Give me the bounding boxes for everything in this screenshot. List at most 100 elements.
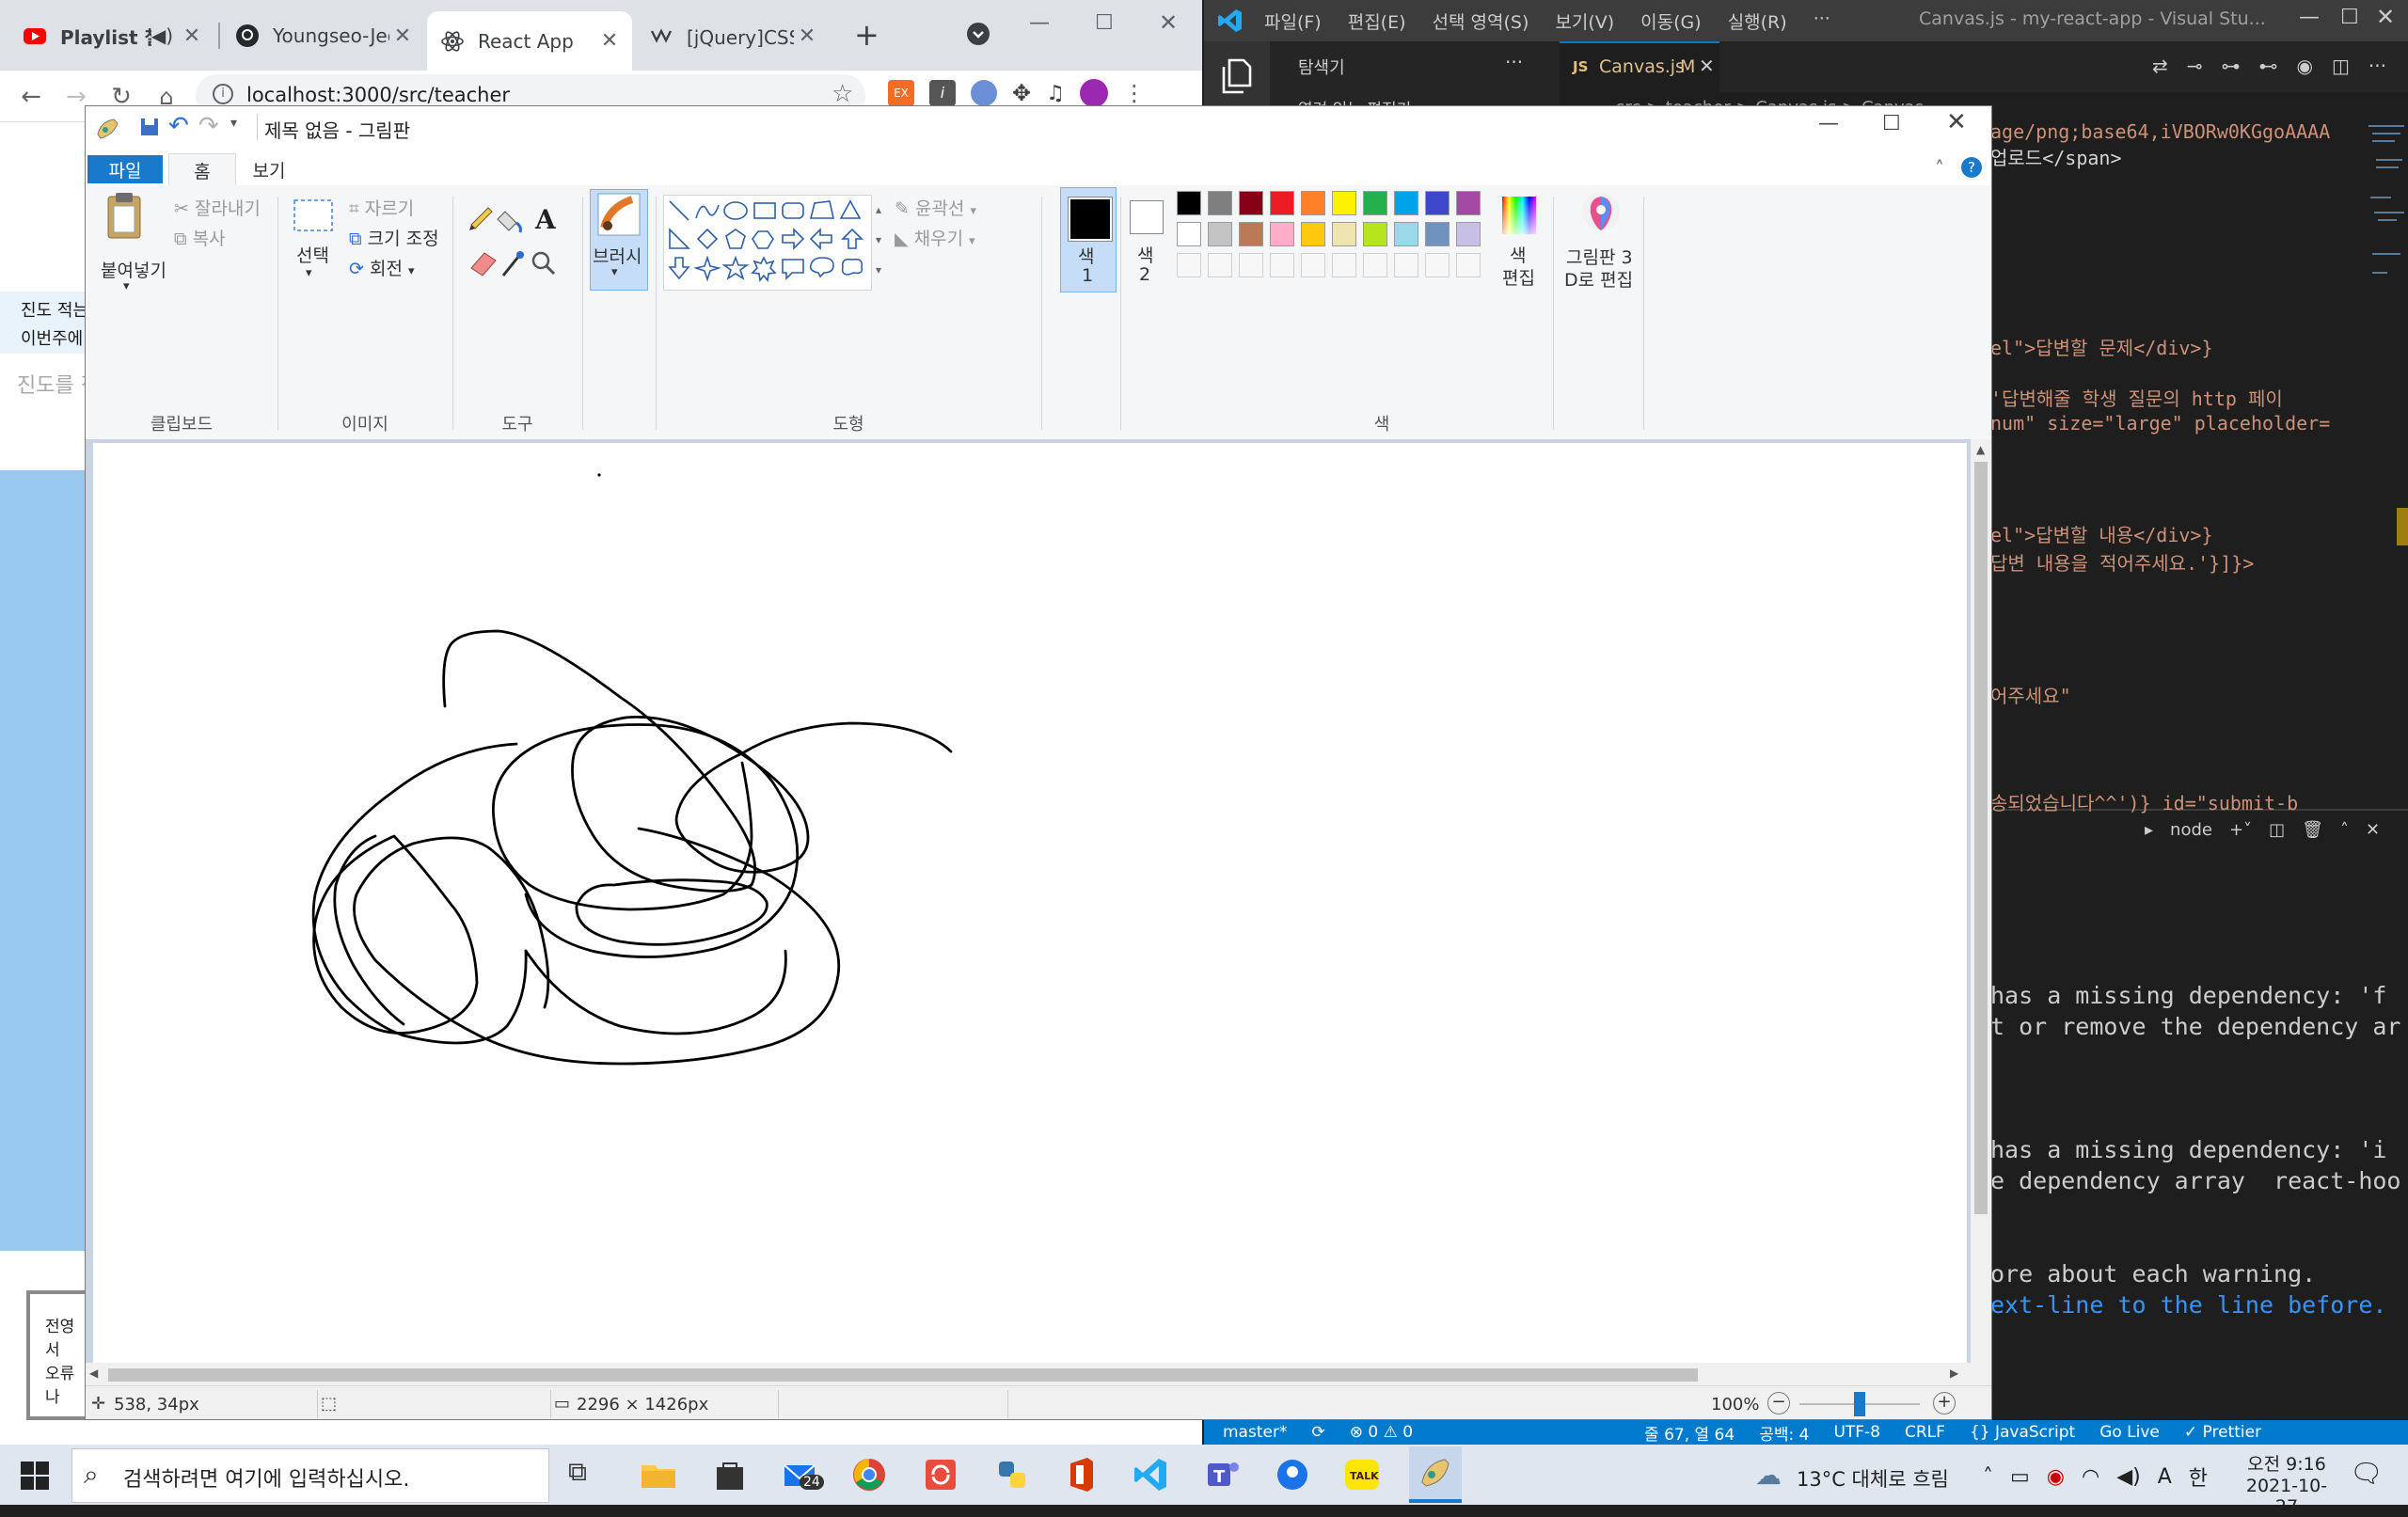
- mail-icon[interactable]: 24: [781, 1456, 824, 1493]
- copy-button[interactable]: ⧉ 복사: [174, 225, 226, 250]
- vscode-minimize-button[interactable]: —: [2299, 6, 2320, 29]
- vpn-icon[interactable]: ◉: [2047, 1465, 2065, 1489]
- more-actions-icon[interactable]: ···: [2368, 55, 2386, 77]
- select-button[interactable]: 선택 ▾: [287, 191, 340, 294]
- palette-color-swatch[interactable]: [1332, 222, 1356, 246]
- tab-view[interactable]: 보기: [236, 155, 302, 183]
- browser-tab-jquery[interactable]: [jQuery]CSS, 스 ✕: [636, 13, 830, 58]
- redo-icon[interactable]: ↷: [198, 112, 219, 140]
- tab-close-icon[interactable]: ✕: [389, 24, 416, 48]
- custom-color-slot[interactable]: [1425, 253, 1450, 277]
- palette-color-swatch[interactable]: [1208, 191, 1232, 215]
- close-panel-icon[interactable]: ✕: [2366, 820, 2380, 840]
- tab-close-icon[interactable]: ✕: [1699, 55, 1715, 77]
- new-tab-button[interactable]: +: [854, 17, 879, 53]
- palette-color-swatch[interactable]: [1425, 222, 1450, 246]
- python-icon[interactable]: [993, 1456, 1031, 1493]
- palette-color-swatch[interactable]: [1239, 222, 1263, 246]
- chrome-maximize-button[interactable]: ☐: [1095, 11, 1114, 35]
- volume-icon[interactable]: ◀): [2116, 1465, 2141, 1489]
- status-position[interactable]: 줄 67, 열 64: [1644, 1421, 1735, 1445]
- paint-app-icon[interactable]: [95, 116, 119, 140]
- color1-button[interactable]: 색 1: [1060, 187, 1117, 292]
- extension-ex-icon[interactable]: EX: [888, 80, 914, 106]
- collapse-ribbon-icon[interactable]: ˄: [1935, 157, 1944, 180]
- compare-icon[interactable]: ⇄: [2152, 55, 2168, 77]
- custom-color-slot[interactable]: [1394, 253, 1418, 277]
- weather-icon[interactable]: ☁: [1755, 1460, 1782, 1491]
- tab-home[interactable]: 홈: [168, 153, 236, 186]
- file-explorer-icon[interactable]: [640, 1456, 677, 1493]
- palette-color-swatch[interactable]: [1332, 191, 1356, 215]
- bookmark-star-icon[interactable]: ☆: [832, 80, 853, 108]
- new-terminal-icon[interactable]: +˅: [2229, 820, 2252, 840]
- next-change-icon[interactable]: ⊷: [2259, 55, 2278, 77]
- previous-change-icon[interactable]: ⊶: [2222, 55, 2241, 77]
- vscode-menu-item[interactable]: 편집(E): [1348, 8, 1406, 34]
- paint-maximize-button[interactable]: ☐: [1882, 112, 1901, 135]
- status-language[interactable]: {} JavaScript: [1970, 1423, 2075, 1442]
- drawing-canvas[interactable]: [93, 443, 1967, 1370]
- chrome-close-button[interactable]: ✕: [1159, 9, 1178, 36]
- start-windows-icon[interactable]: [21, 1462, 49, 1490]
- customize-qat-icon[interactable]: ▾: [230, 116, 237, 131]
- office-icon[interactable]: [1063, 1456, 1101, 1493]
- palette-color-swatch[interactable]: [1177, 191, 1201, 215]
- paint-close-button[interactable]: ✕: [1946, 108, 1967, 136]
- taskbar-search-box[interactable]: ⌕ 검색하려면 여기에 입력하십시오.: [71, 1448, 549, 1503]
- network-icon[interactable]: ◠: [2082, 1465, 2099, 1489]
- sidebar-more-button[interactable]: ···: [1505, 51, 1523, 73]
- vscode-menu-item[interactable]: 실행(R): [1728, 8, 1787, 34]
- vscode-menu-item[interactable]: 선택 영역(S): [1433, 8, 1529, 34]
- paste-button[interactable]: 붙여넣기 ▾: [97, 191, 166, 294]
- ime-mode[interactable]: A: [2158, 1465, 2172, 1489]
- split-editor-icon[interactable]: ◫: [2332, 55, 2350, 77]
- vscode-menu-item[interactable]: 보기(V): [1555, 8, 1614, 34]
- vertical-scroll-thumb[interactable]: [1974, 462, 1988, 1214]
- back-icon[interactable]: ←: [15, 81, 47, 113]
- custom-color-slot[interactable]: [1456, 253, 1481, 277]
- color2-button[interactable]: 색 2: [1120, 187, 1173, 292]
- status-golive[interactable]: Go Live: [2099, 1423, 2160, 1442]
- teams-icon[interactable]: T: [1204, 1456, 1242, 1493]
- extension-circle-icon[interactable]: [971, 80, 997, 106]
- crop-button[interactable]: ⌗ 자르기: [349, 195, 414, 220]
- info-icon[interactable]: i: [213, 84, 233, 104]
- zoom-out-button[interactable]: −: [1767, 1392, 1790, 1414]
- minimap[interactable]: [2367, 122, 2408, 292]
- edit-colors-button[interactable]: 색 편집: [1489, 189, 1549, 294]
- sync-app-icon[interactable]: [922, 1456, 959, 1493]
- resize-button[interactable]: ⧉ 크기 조정: [349, 225, 439, 250]
- vscode-close-button[interactable]: ✕: [2376, 4, 2395, 30]
- tab-close-icon[interactable]: ✕: [794, 24, 820, 48]
- vscode-menu-item[interactable]: ···: [1814, 8, 1830, 34]
- shapes-gallery[interactable]: [663, 195, 872, 291]
- palette-color-swatch[interactable]: [1363, 191, 1387, 215]
- custom-color-slot[interactable]: [1332, 253, 1356, 277]
- rotate-button[interactable]: ⟳ 회전 ▾: [349, 255, 415, 280]
- tab-close-icon[interactable]: ✕: [179, 24, 205, 48]
- speaker-icon[interactable]: ◀): [151, 24, 173, 47]
- status-sync-icon[interactable]: ⟳: [1311, 1423, 1324, 1442]
- terminal-tab[interactable]: node: [2170, 820, 2212, 840]
- palette-color-swatch[interactable]: [1177, 222, 1201, 246]
- chrome-icon[interactable]: [850, 1456, 888, 1493]
- go-back-icon[interactable]: ⊸: [2187, 55, 2203, 77]
- trash-icon[interactable]: 🗑: [2302, 820, 2323, 840]
- fill-dropdown[interactable]: ◣ 채우기 ▾: [895, 225, 975, 250]
- maximize-panel-icon[interactable]: ˄: [2340, 820, 2349, 840]
- extensions-puzzle-icon[interactable]: ✥: [1012, 80, 1031, 106]
- outline-dropdown[interactable]: ✎ 윤곽선 ▾: [895, 195, 976, 220]
- cut-button[interactable]: ✂ 잘라내기: [174, 195, 261, 220]
- quick-save-icon[interactable]: [140, 118, 159, 136]
- custom-color-slot[interactable]: [1270, 253, 1294, 277]
- browser-tab-github[interactable]: Youngseo-Jeon ✕: [222, 13, 425, 58]
- status-spaces[interactable]: 공백: 4: [1759, 1421, 1809, 1445]
- canvas-horizontable-scrollbar[interactable]: ◀ ▶: [86, 1363, 1971, 1385]
- vscode-menu-item[interactable]: 이동(G): [1640, 8, 1702, 34]
- browser-tab-react-app[interactable]: React App ✕: [427, 11, 632, 71]
- help-icon[interactable]: ?: [1961, 157, 1982, 178]
- tab-file[interactable]: 파일: [87, 155, 163, 183]
- zoom-in-button[interactable]: +: [1933, 1392, 1956, 1414]
- custom-color-slot[interactable]: [1301, 253, 1325, 277]
